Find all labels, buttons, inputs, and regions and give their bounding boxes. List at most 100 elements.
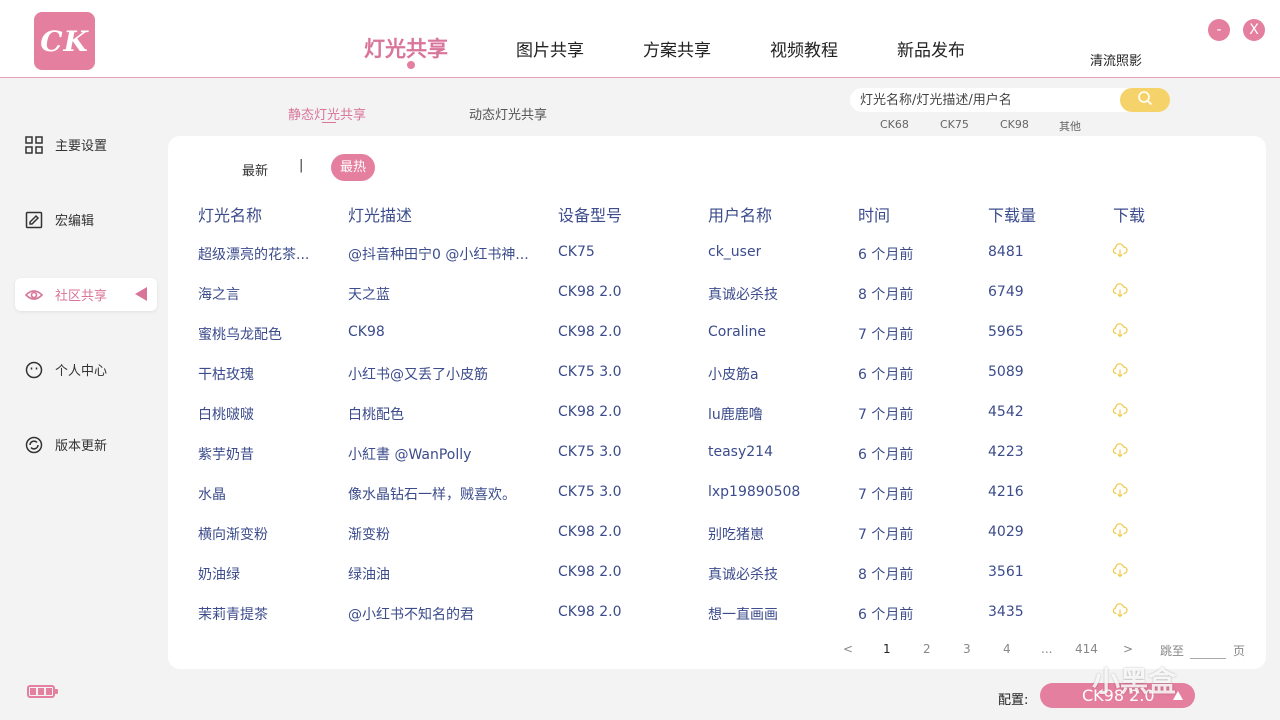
cell-description: 像水晶钻石一样，贼喜欢。 <box>348 487 516 503</box>
nav-light-share[interactable]: 灯光共享 <box>364 33 448 63</box>
col-header-download: 下载 <box>1113 206 1146 225</box>
cell-device-model: CK98 2.0 <box>558 324 622 340</box>
cloud-download-icon[interactable] <box>1112 522 1128 538</box>
cell-time: 8 个月前 <box>858 567 914 583</box>
cell-light-name: 干枯玫瑰 <box>198 367 254 383</box>
cell-device-model: CK98 2.0 <box>558 284 622 300</box>
config-label: 配置: <box>998 693 1029 708</box>
sort-newest-button[interactable]: 最新 <box>242 160 268 179</box>
cell-downloads: 6749 <box>988 284 1024 300</box>
edit-icon <box>25 211 43 229</box>
cell-downloads: 5965 <box>988 324 1024 340</box>
jump-page-input[interactable] <box>1190 658 1226 659</box>
sidebar-item-macro-edit[interactable]: 宏编辑 <box>15 203 157 236</box>
tab-static-light-share[interactable]: 静态灯光共享 <box>288 104 366 123</box>
title-bar: CK 灯光共享 图片共享 方案共享 视频教程 新品发布 清流照影 - X <box>0 0 1280 78</box>
refresh-icon <box>25 436 43 454</box>
tab-dynamic-light-share[interactable]: 动态灯光共享 <box>469 104 547 123</box>
cell-description: 白桃配色 <box>348 407 404 423</box>
col-header-device-model: 设备型号 <box>558 206 623 225</box>
filter-other[interactable]: 其他 <box>1059 118 1081 134</box>
battery-tip <box>55 689 58 694</box>
nav-image-share[interactable]: 图片共享 <box>516 36 584 61</box>
sort-hottest-button[interactable]: 最热 <box>331 154 375 181</box>
battery-icon <box>27 685 55 698</box>
cell-downloads: 4223 <box>988 444 1024 460</box>
close-button[interactable]: X <box>1243 19 1265 41</box>
filter-ck98[interactable]: CK98 <box>1000 118 1029 131</box>
cell-username: Coraline <box>708 324 766 340</box>
cell-downloads: 3561 <box>988 564 1024 580</box>
cloud-download-icon[interactable] <box>1112 442 1128 458</box>
page-1[interactable]: 1 <box>883 642 891 656</box>
cell-downloads: 4542 <box>988 404 1024 420</box>
grid-icon <box>25 135 43 154</box>
cell-time: 7 个月前 <box>858 487 914 503</box>
cell-username: 真诚必杀技 <box>708 287 778 303</box>
sidebar-item-profile[interactable]: 个人中心 <box>15 353 157 386</box>
active-arrow-icon <box>135 287 147 301</box>
page-414[interactable]: 414 <box>1075 642 1098 656</box>
nav-video-tutorial[interactable]: 视频教程 <box>770 36 838 61</box>
cell-device-model: CK75 <box>558 244 595 260</box>
search-box <box>850 88 1170 112</box>
cell-device-model: CK98 2.0 <box>558 404 622 420</box>
subtab-underline <box>322 122 336 123</box>
page-ellipsis: ... <box>1041 642 1053 656</box>
minimize-button[interactable]: - <box>1208 19 1230 41</box>
cell-downloads: 5089 <box>988 364 1024 380</box>
search-input[interactable] <box>850 88 1120 112</box>
cell-description: 天之蓝 <box>348 287 390 303</box>
cell-description: 小红书@又丢了小皮筋 <box>348 367 488 383</box>
app-logo: CK <box>34 12 95 70</box>
sidebar-item-community-share[interactable]: 社区共享 <box>15 278 157 311</box>
cell-username: 真诚必杀技 <box>708 567 778 583</box>
cloud-download-icon[interactable] <box>1112 402 1128 418</box>
search-icon <box>1137 90 1153 110</box>
cell-username: lxp19890508 <box>708 484 801 500</box>
page-3[interactable]: 3 <box>963 642 971 656</box>
cloud-download-icon[interactable] <box>1112 482 1128 498</box>
cloud-download-icon[interactable] <box>1112 322 1128 338</box>
nav-active-indicator <box>407 61 415 69</box>
col-header-downloads: 下载量 <box>988 206 1037 225</box>
cell-device-model: CK98 2.0 <box>558 524 622 540</box>
cell-device-model: CK75 3.0 <box>558 444 622 460</box>
search-button[interactable] <box>1120 88 1170 112</box>
cell-device-model: CK98 2.0 <box>558 604 622 620</box>
cell-time: 6 个月前 <box>858 607 914 623</box>
cell-username: 别吃猪崽 <box>708 527 764 543</box>
nav-new-release[interactable]: 新品发布 <box>897 36 965 61</box>
cell-downloads: 4029 <box>988 524 1024 540</box>
cell-description: CK98 <box>348 324 385 340</box>
cell-light-name: 茉莉青提茶 <box>198 607 268 623</box>
col-header-light-name: 灯光名称 <box>198 206 263 225</box>
cloud-download-icon[interactable] <box>1112 362 1128 378</box>
cell-description: @小红书不知名的君 <box>348 607 474 623</box>
cell-light-name: 蜜桃乌龙配色 <box>198 327 282 343</box>
cell-light-name: 超级漂亮的花茶... <box>198 247 310 263</box>
cell-time: 8 个月前 <box>858 287 914 303</box>
cloud-download-icon[interactable] <box>1112 242 1128 258</box>
jump-to-label: 跳至 <box>1160 644 1185 658</box>
sidebar-item-label: 个人中心 <box>55 364 108 379</box>
cell-username: teasy214 <box>708 444 773 460</box>
filter-ck68[interactable]: CK68 <box>880 118 909 131</box>
cell-username: 想一直画画 <box>708 607 778 623</box>
sidebar-item-label: 社区共享 <box>55 289 108 304</box>
page-4[interactable]: 4 <box>1003 642 1011 656</box>
next-page-button[interactable]: > <box>1123 642 1133 656</box>
sidebar-item-version-update[interactable]: 版本更新 <box>15 428 157 461</box>
cloud-download-icon[interactable] <box>1112 562 1128 578</box>
filter-ck75[interactable]: CK75 <box>940 118 969 131</box>
sidebar-item-main-settings[interactable]: 主要设置 <box>15 128 157 161</box>
cloud-download-icon[interactable] <box>1112 602 1128 618</box>
cell-device-model: CK75 3.0 <box>558 364 622 380</box>
cell-light-name: 横向渐变粉 <box>198 527 268 543</box>
nav-scheme-share[interactable]: 方案共享 <box>643 36 711 61</box>
cell-light-name: 白桃啵啵 <box>198 407 254 423</box>
cloud-download-icon[interactable] <box>1112 282 1128 298</box>
smiley-icon <box>25 361 43 379</box>
page-2[interactable]: 2 <box>923 642 931 656</box>
prev-page-button[interactable]: < <box>843 642 853 656</box>
